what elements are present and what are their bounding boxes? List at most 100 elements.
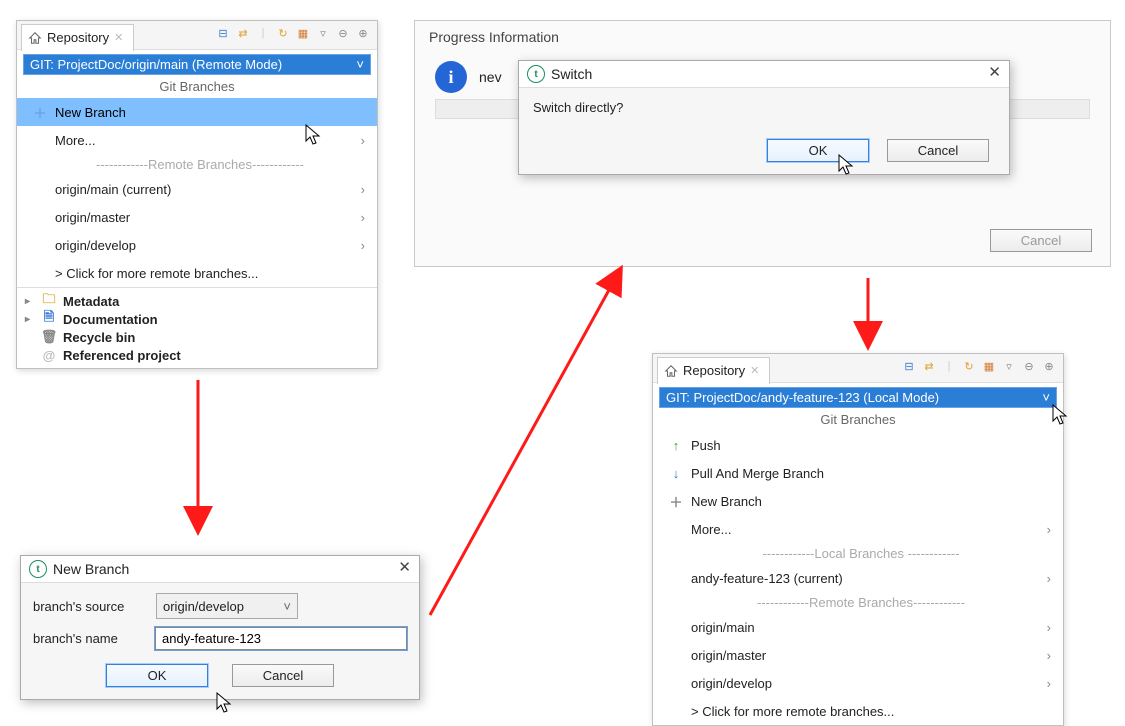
source-select[interactable]: origin/develop: [156, 593, 298, 619]
arrow-down-icon: ↓: [669, 466, 683, 481]
info-icon: i: [435, 61, 467, 93]
link-editor-icon[interactable]: ⇄: [235, 25, 251, 41]
close-icon[interactable]: ✕: [398, 558, 411, 576]
menu-item-origin-main[interactable]: origin/main ›: [653, 613, 1063, 641]
newbranch-dlg-title: New Branch: [53, 561, 129, 577]
config-icon[interactable]: ▦: [295, 25, 311, 41]
progress-title: Progress Information: [415, 21, 1110, 53]
refresh-icon[interactable]: ↻: [275, 25, 291, 41]
menu-item-new-branch-label: New Branch: [55, 105, 126, 120]
newbranch-dlg-titlebar: t New Branch ✕: [21, 556, 419, 583]
panel2-git-selector[interactable]: GIT: ProjectDoc/andy-feature-123 (Local …: [659, 387, 1057, 408]
menu-item-local-andy[interactable]: andy-feature-123 (current) ›: [653, 564, 1063, 592]
collapse-all-icon[interactable]: ⊟: [215, 25, 231, 41]
tb-sep: |: [255, 25, 271, 41]
refresh-icon[interactable]: ↻: [961, 358, 977, 374]
progress-cancel-button[interactable]: Cancel: [990, 229, 1092, 252]
link-editor-icon[interactable]: ⇄: [921, 358, 937, 374]
tree-row-documentation[interactable]: ▸ 🗎 Documentation: [25, 310, 369, 328]
menu-item-click-more-remote[interactable]: > Click for more remote branches...: [17, 259, 377, 287]
menu-item-origin-develop[interactable]: origin/develop ›: [653, 669, 1063, 697]
menu-item-pull-merge[interactable]: ↓ Pull And Merge Branch: [653, 459, 1063, 487]
menu-item-push[interactable]: ↑ Push: [653, 431, 1063, 459]
menu-remote-divider: ------------Remote Branches------------: [653, 592, 1063, 613]
panel2-branches-menu: Git Branches ↑ Push ↓ Pull And Merge Bra…: [653, 408, 1063, 725]
config-icon[interactable]: ▦: [981, 358, 997, 374]
menu-item-origin-master[interactable]: origin/master ›: [653, 641, 1063, 669]
chevron-down-icon: ˅: [1042, 390, 1050, 405]
menu-item-origin-develop[interactable]: origin/develop ›: [17, 231, 377, 259]
switch-cancel-button[interactable]: Cancel: [887, 139, 989, 162]
panel2-menu-title: Git Branches: [653, 408, 1063, 431]
panel1-git-selector[interactable]: GIT: ProjectDoc/origin/main (Remote Mode…: [23, 54, 371, 75]
folder-icon: 🗀: [41, 293, 57, 309]
panel1-tab-repository[interactable]: Repository ✕: [21, 24, 134, 51]
maximize-icon[interactable]: ⊕: [355, 25, 371, 41]
switch-dlg-title: Switch: [551, 66, 592, 82]
menu-item-click-more-remote[interactable]: > Click for more remote branches...: [653, 697, 1063, 725]
switch-dlg-titlebar: t Switch ✕: [519, 61, 1009, 88]
tree-row-recycle[interactable]: 🗑 Recycle bin: [25, 328, 369, 346]
chevron-right-icon: ›: [361, 238, 365, 253]
app-icon: t: [527, 65, 545, 83]
panel1-tabbar: Repository ✕ ⊟ ⇄ | ↻ ▦ ▿ ⊖ ⊕: [17, 21, 377, 50]
panel2-tab-repository[interactable]: Repository ✕: [657, 357, 770, 384]
name-label: branch's name: [33, 631, 147, 646]
panel2-tab-label: Repository: [683, 363, 745, 378]
panel1-tab-label: Repository: [47, 30, 109, 45]
tree-row-referenced[interactable]: @ Referenced project: [25, 346, 369, 364]
collapse-all-icon[interactable]: ⊟: [901, 358, 917, 374]
cursor-icon: [1052, 404, 1072, 431]
menu-item-origin-main[interactable]: origin/main (current) ›: [17, 175, 377, 203]
chevron-down-icon: ˅: [356, 57, 364, 72]
expand-icon[interactable]: ▸: [25, 314, 35, 325]
minimize-icon[interactable]: ⊖: [335, 25, 351, 41]
chevron-right-icon: ›: [1047, 522, 1051, 537]
minimize-icon[interactable]: ⊖: [1021, 358, 1037, 374]
switch-dlg-message: Switch directly?: [531, 98, 997, 133]
cursor-icon: [216, 692, 236, 719]
panel1-git-selector-text: GIT: ProjectDoc/origin/main (Remote Mode…: [30, 57, 282, 72]
source-label: branch's source: [33, 599, 148, 614]
arrow-up-icon: ↑: [669, 438, 683, 453]
menu-remote-divider: ------------Remote Branches------------: [17, 154, 377, 175]
at-icon: @: [41, 347, 57, 363]
view-menu-icon[interactable]: ▿: [315, 25, 331, 41]
panel2-git-selector-text: GIT: ProjectDoc/andy-feature-123 (Local …: [666, 390, 939, 405]
view-menu-icon[interactable]: ▿: [1001, 358, 1017, 374]
menu-item-more[interactable]: More... ›: [653, 515, 1063, 543]
trash-icon: 🗑: [41, 329, 57, 345]
home-icon: [664, 363, 678, 379]
chevron-right-icon: ›: [1047, 648, 1051, 663]
doc-icon: 🗎: [41, 311, 57, 327]
menu-local-divider: ------------Local Branches ------------: [653, 543, 1063, 564]
chevron-right-icon: ›: [1047, 676, 1051, 691]
chevron-right-icon: ›: [361, 133, 365, 148]
menu-item-more-label: More...: [55, 133, 95, 148]
tab-close-icon[interactable]: ✕: [114, 31, 123, 44]
home-icon: [28, 30, 42, 46]
close-icon[interactable]: ✕: [988, 63, 1001, 81]
app-icon: t: [29, 560, 47, 578]
plus-icon: ＋: [669, 492, 683, 511]
newbranch-ok-button[interactable]: OK: [106, 664, 208, 687]
tab-close-icon[interactable]: ✕: [750, 364, 759, 377]
plus-icon: ＋: [33, 103, 47, 122]
cursor-icon: [838, 154, 858, 181]
menu-item-new-branch[interactable]: ＋ New Branch: [17, 98, 377, 126]
panel1-tree: ▸ 🗀 Metadata ▸ 🗎 Documentation 🗑 Recycle…: [17, 288, 377, 368]
expand-icon[interactable]: ▸: [25, 296, 35, 307]
chevron-right-icon: ›: [1047, 571, 1051, 586]
source-select-value: origin/develop: [163, 599, 244, 614]
progress-text: nev: [479, 69, 502, 85]
newbranch-cancel-button[interactable]: Cancel: [232, 664, 334, 687]
maximize-icon[interactable]: ⊕: [1041, 358, 1057, 374]
chevron-right-icon: ›: [361, 210, 365, 225]
chevron-right-icon: ›: [361, 182, 365, 197]
chevron-right-icon: ›: [1047, 620, 1051, 635]
branch-name-input[interactable]: [155, 627, 407, 650]
tb-sep: |: [941, 358, 957, 374]
menu-item-new-branch[interactable]: ＋ New Branch: [653, 487, 1063, 515]
menu-item-origin-master[interactable]: origin/master ›: [17, 203, 377, 231]
tree-row-metadata[interactable]: ▸ 🗀 Metadata: [25, 292, 369, 310]
